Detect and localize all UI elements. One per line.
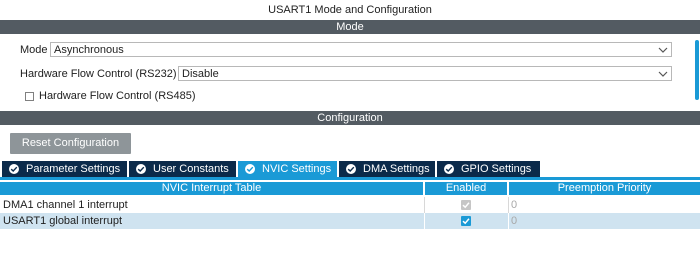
mode-select[interactable]: Asynchronous xyxy=(50,42,672,57)
flow-control-rs485-row: Hardware Flow Control (RS485) xyxy=(20,87,320,105)
column-divider xyxy=(424,213,425,229)
flow-control-rs232-row: Hardware Flow Control (RS232) Disable xyxy=(20,65,680,83)
tab-underline xyxy=(0,177,700,180)
configuration-section-header: Configuration xyxy=(0,111,700,125)
tab-label: User Constants xyxy=(153,163,229,175)
tab-label: Parameter Settings xyxy=(26,163,121,175)
tab-dma-settings[interactable]: DMA Settings xyxy=(339,161,435,177)
check-circle-icon xyxy=(346,164,356,174)
flow-control-rs232-label: Hardware Flow Control (RS232) xyxy=(20,68,177,80)
chevron-down-icon xyxy=(658,43,668,56)
mode-section-header: Mode xyxy=(0,20,700,34)
column-header-priority[interactable]: Preemption Priority xyxy=(509,182,700,195)
check-circle-icon xyxy=(136,164,146,174)
flow-control-rs232-select-value: Disable xyxy=(182,68,219,80)
check-circle-icon xyxy=(9,164,19,174)
reset-configuration-button[interactable]: Reset Configuration xyxy=(10,133,131,154)
tab-nvic-settings[interactable]: NVIC Settings xyxy=(238,161,337,177)
column-header-enabled[interactable]: Enabled xyxy=(425,182,507,195)
flow-control-rs232-select[interactable]: Disable xyxy=(178,66,672,81)
interrupt-name: DMA1 channel 1 interrupt xyxy=(3,199,128,211)
flow-control-rs485-label: Hardware Flow Control (RS485) xyxy=(39,90,196,102)
column-header-interrupt[interactable]: NVIC Interrupt Table xyxy=(0,182,423,195)
mode-panel: Mode Asynchronous Hardware Flow Control … xyxy=(0,34,700,104)
check-circle-icon xyxy=(444,164,454,174)
tab-parameter-settings[interactable]: Parameter Settings xyxy=(2,161,127,177)
tab-gpio-settings[interactable]: GPIO Settings xyxy=(437,161,540,177)
column-divider xyxy=(424,197,425,213)
mode-panel-scrollbar[interactable] xyxy=(695,40,699,100)
mode-label: Mode xyxy=(20,44,48,56)
preemption-priority: 0 xyxy=(511,199,518,211)
flow-control-rs485-checkbox[interactable] xyxy=(25,92,34,101)
table-row[interactable]: USART1 global interrupt 0 xyxy=(0,213,700,229)
chevron-down-icon xyxy=(658,67,668,80)
tab-user-constants[interactable]: User Constants xyxy=(129,161,236,177)
interrupt-name: USART1 global interrupt xyxy=(3,215,123,227)
table-row[interactable]: DMA1 channel 1 interrupt 0 xyxy=(0,197,700,213)
mode-row: Mode Asynchronous xyxy=(20,41,680,59)
enabled-checkbox[interactable] xyxy=(461,216,471,226)
tab-label: GPIO Settings xyxy=(461,163,532,175)
window-title: USART1 Mode and Configuration xyxy=(268,4,432,16)
tab-label: NVIC Settings xyxy=(262,163,332,175)
check-circle-icon xyxy=(245,164,255,174)
preemption-priority[interactable]: 0 xyxy=(509,213,691,229)
mode-select-value: Asynchronous xyxy=(54,44,124,56)
enabled-checkbox xyxy=(461,200,471,210)
tab-label: DMA Settings xyxy=(363,163,430,175)
